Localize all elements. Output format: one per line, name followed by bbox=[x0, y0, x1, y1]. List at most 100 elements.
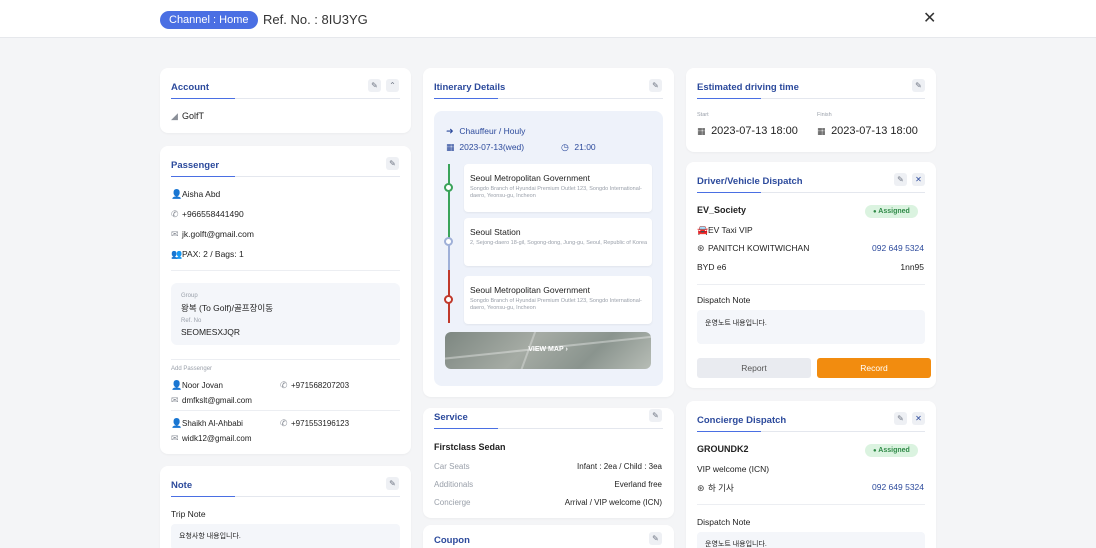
title-divider bbox=[171, 496, 400, 497]
concierge-title: Concierge Dispatch bbox=[697, 415, 787, 426]
calendar-icon: ▦ bbox=[817, 126, 826, 136]
person-icon: 👤 bbox=[171, 380, 183, 390]
concierge-note-box: 운영노트 내용입니다. bbox=[697, 532, 925, 548]
divider bbox=[171, 410, 400, 411]
title-divider bbox=[697, 192, 925, 193]
title-divider bbox=[171, 98, 400, 99]
car-icon: 🚘 bbox=[697, 225, 709, 235]
top-bar: Channel : Home Ref. No. : 8IU3YG ✕ bbox=[0, 0, 1096, 38]
start-row: ▦ 2023-07-13 18:00 bbox=[697, 125, 798, 137]
service-row-label: Additionals bbox=[434, 480, 474, 489]
edit-icon[interactable]: ✎ bbox=[912, 79, 925, 92]
start-label: Start bbox=[697, 112, 709, 118]
route-line bbox=[448, 242, 450, 270]
divider bbox=[697, 284, 925, 285]
start-value: 2023-07-13 18:00 bbox=[711, 125, 798, 137]
vehicle-model: BYD e6 bbox=[697, 262, 727, 272]
dispatch-note-label: Dispatch Note bbox=[697, 295, 751, 305]
calendar-icon: ▦ bbox=[446, 142, 455, 152]
close-icon[interactable]: ✕ bbox=[912, 412, 925, 425]
divider bbox=[171, 359, 400, 360]
edit-icon[interactable]: ✎ bbox=[368, 79, 381, 92]
edit-icon[interactable]: ✎ bbox=[649, 79, 662, 92]
status-badge: Assigned bbox=[865, 205, 918, 218]
service-row-value: Infant : 2ea / Child : 3ea bbox=[577, 462, 662, 471]
additional-passenger-name: 👤Shaikh Al-Ahbabi bbox=[171, 418, 243, 428]
itinerary-date: 2023-07-13(wed) bbox=[459, 142, 525, 152]
status-badge: Assigned bbox=[865, 444, 918, 457]
driving-time-title: Estimated driving time bbox=[697, 82, 799, 93]
edit-icon[interactable]: ✎ bbox=[649, 532, 662, 545]
concierge-dispatch-card: Concierge Dispatch ✎ ✕ GROUNDK2 Assigned… bbox=[686, 401, 936, 548]
edit-icon[interactable]: ✎ bbox=[649, 409, 662, 422]
passenger-pax-row: 👥PAX: 2 / Bags: 1 bbox=[171, 249, 244, 260]
mail-icon: ✉ bbox=[171, 433, 179, 443]
concierge-note-label: Dispatch Note bbox=[697, 517, 751, 527]
phone-icon: ✆ bbox=[280, 418, 288, 428]
edit-icon[interactable]: ✎ bbox=[386, 157, 399, 170]
divider bbox=[697, 504, 925, 505]
passenger-email: jk.golft@gmail.com bbox=[182, 229, 254, 239]
collapse-icon[interactable]: ⌃ bbox=[386, 79, 399, 92]
phone-icon: ✆ bbox=[171, 209, 179, 219]
signal-icon: ◢ bbox=[171, 111, 178, 121]
route-line bbox=[448, 164, 450, 242]
route-end-dot bbox=[444, 295, 453, 304]
account-card: Account ✎ ⌃ ◢ GolfT bbox=[160, 68, 411, 133]
route-waypoint-dot bbox=[444, 237, 453, 246]
passenger-pax: PAX: 2 / Bags: 1 bbox=[182, 249, 244, 259]
account-title: Account bbox=[171, 82, 209, 93]
driving-time-card: Estimated driving time ✎ Start ▦ 2023-07… bbox=[686, 68, 936, 152]
coupon-card: Coupon ✎ bbox=[423, 525, 674, 548]
trip-note-box: 요청사항 내용입니다. bbox=[171, 524, 400, 548]
dispatch-note-box: 운영노트 내용입니다. bbox=[697, 310, 925, 344]
service-type: Chauffeur / Houly bbox=[459, 126, 526, 136]
concierge-person-row: ⊛ 하 기사 bbox=[697, 482, 734, 494]
note-card: Note ✎ Trip Note 요청사항 내용입니다. bbox=[160, 466, 411, 548]
driver-name: PANITCH KOWITWICHAN bbox=[708, 243, 810, 253]
vehicle-class: Firstclass Sedan bbox=[434, 442, 506, 452]
phone-icon: ✆ bbox=[280, 380, 288, 390]
calendar-icon: ▦ bbox=[697, 126, 706, 136]
close-icon[interactable]: ✕ bbox=[923, 11, 936, 27]
chevron-right-icon: › bbox=[565, 346, 568, 353]
group-icon: 👥 bbox=[171, 249, 183, 259]
passenger-phone-row: ✆ +966558441490 bbox=[171, 209, 244, 220]
arrow-right-circle-icon: ➜ bbox=[446, 126, 454, 136]
record-button[interactable]: Record bbox=[817, 358, 931, 378]
passenger-name-row: 👤Aisha Abd bbox=[171, 189, 220, 200]
concierge-company: GROUNDK2 bbox=[697, 444, 749, 454]
group-label: Group bbox=[181, 293, 198, 299]
passenger-email-row: ✉ jk.golft@gmail.com bbox=[171, 229, 254, 240]
stop-name: Seoul Metropolitan Government bbox=[470, 285, 591, 295]
service-row-value: Arrival / VIP welcome (ICN) bbox=[564, 498, 662, 507]
stop-card[interactable]: Seoul Station 2, Sejong-daero 18-gil, So… bbox=[464, 218, 652, 266]
close-icon[interactable]: ✕ bbox=[912, 173, 925, 186]
dispatch-note-text: 운영노트 내용입니다. bbox=[705, 320, 767, 327]
stop-card[interactable]: Seoul Metropolitan Government Songdo Bra… bbox=[464, 164, 652, 212]
service-type-row: ➜ Chauffeur / Houly bbox=[446, 126, 525, 137]
steering-wheel-icon: ⊛ bbox=[697, 243, 705, 253]
concierge-phone[interactable]: 092 649 5324 bbox=[872, 482, 924, 492]
edit-icon[interactable]: ✎ bbox=[894, 173, 907, 186]
title-divider bbox=[434, 428, 663, 429]
group-value: 왕복 (To Golf)/골프장이동 bbox=[181, 303, 274, 313]
view-map-button[interactable]: VIEW MAP › bbox=[445, 332, 651, 369]
stop-name: Seoul Metropolitan Government bbox=[470, 173, 591, 183]
additional-passenger-name: 👤Noor Jovan bbox=[171, 380, 223, 390]
mail-icon: ✉ bbox=[171, 229, 179, 239]
vehicle-plate: 1nn95 bbox=[900, 262, 924, 272]
edit-icon[interactable]: ✎ bbox=[386, 477, 399, 490]
account-name: GolfT bbox=[182, 111, 205, 121]
itinerary-title: Itinerary Details bbox=[434, 82, 506, 93]
trip-note-text: 요청사항 내용입니다. bbox=[179, 533, 241, 540]
finish-value: 2023-07-13 18:00 bbox=[831, 125, 918, 137]
passenger-card: Passenger ✎ 👤Aisha Abd ✆ +966558441490 ✉ j… bbox=[160, 146, 411, 454]
stop-card[interactable]: Seoul Metropolitan Government Songdo Bra… bbox=[464, 276, 652, 324]
report-button[interactable]: Report bbox=[697, 358, 811, 378]
driver-phone[interactable]: 092 649 5324 bbox=[872, 243, 924, 253]
clock-icon: ◷ bbox=[561, 142, 569, 152]
edit-icon[interactable]: ✎ bbox=[894, 412, 907, 425]
concierge-note-text: 운영노트 내용입니다. bbox=[705, 541, 767, 548]
passenger-name: Aisha Abd bbox=[182, 189, 221, 199]
